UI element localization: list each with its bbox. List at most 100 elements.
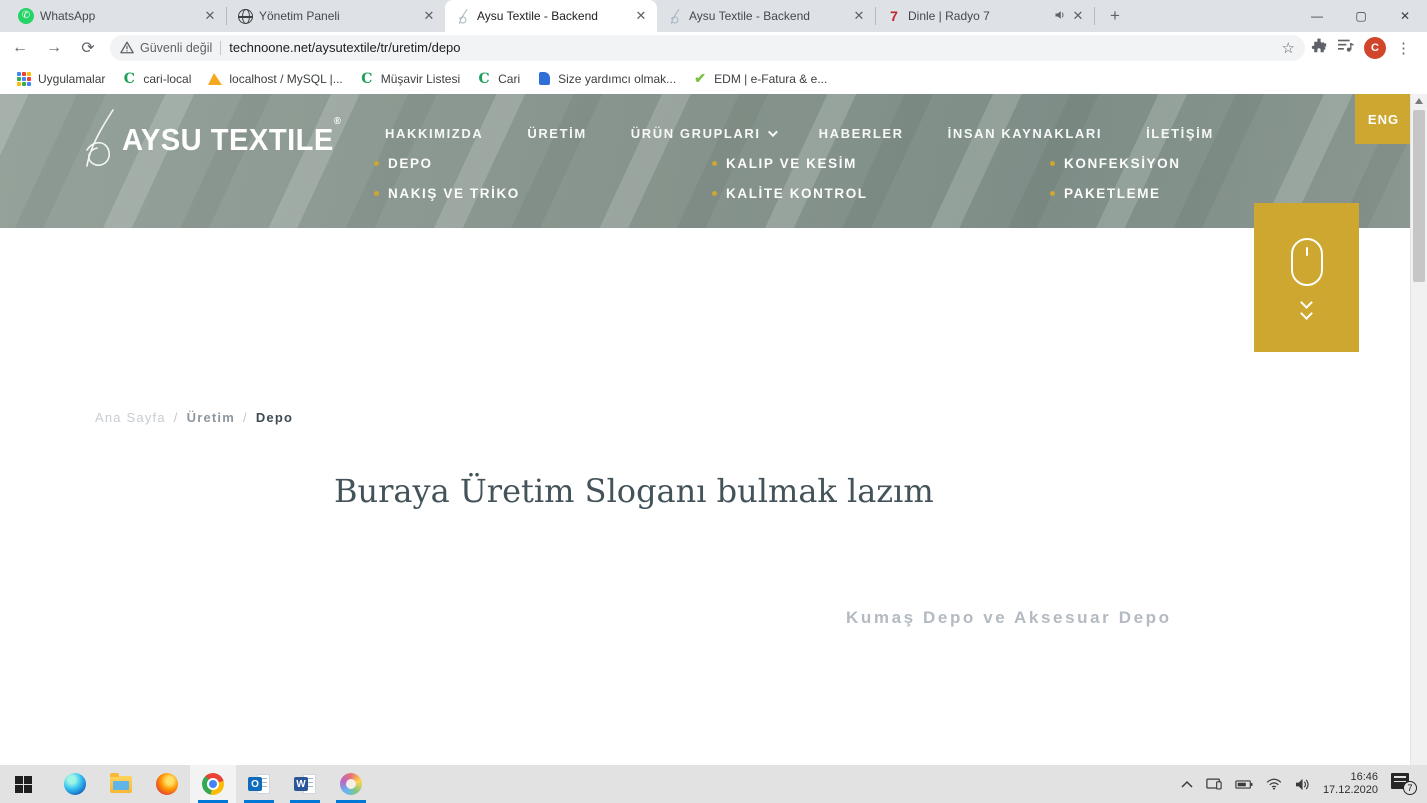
breadcrumb-uretim[interactable]: Üretim — [187, 410, 235, 425]
tab-title: WhatsApp — [40, 9, 196, 23]
bookmark-edm-efatura[interactable]: ✔ EDM | e-Fatura & e... — [684, 67, 835, 91]
bookmark-phpmyadmin[interactable]: localhost / MySQL |... — [199, 67, 350, 91]
browser-menu-icon[interactable]: ⋮ — [1396, 39, 1411, 57]
tab-close-icon[interactable]: ✕ — [851, 8, 867, 24]
nav-insan-kaynaklari[interactable]: İNSAN KAYNAKLARI — [948, 126, 1102, 141]
bookmark-cari[interactable]: C Cari — [468, 67, 528, 91]
reload-button[interactable]: ⟳ — [74, 34, 102, 62]
action-center-button[interactable]: 7 — [1391, 773, 1417, 795]
taskbar-chrome[interactable] — [190, 765, 236, 803]
volume-icon[interactable] — [1295, 778, 1310, 791]
chevron-down-icon — [768, 127, 778, 137]
new-tab-button[interactable]: + — [1101, 2, 1129, 30]
tab-yonetim-paneli[interactable]: Yönetim Paneli ✕ — [227, 0, 445, 32]
toolbar-right: C ⋮ — [1311, 37, 1411, 59]
radyo7-icon: 7 — [886, 8, 902, 24]
breadcrumb: Ana Sayfa / Üretim / Depo — [95, 410, 293, 425]
aysu-logo-icon — [455, 8, 471, 24]
bookmarks-bar: Uygulamalar C cari-local localhost / MyS… — [0, 63, 1427, 94]
word-icon: W — [294, 773, 316, 795]
maximize-button[interactable]: ▢ — [1339, 0, 1383, 32]
taskbar-paint[interactable] — [328, 765, 374, 803]
scrollbar-thumb[interactable] — [1413, 110, 1425, 282]
minimize-button[interactable]: — — [1295, 0, 1339, 32]
site-logo-text: AYSU TEXTILE® — [122, 122, 341, 158]
tab-audio-icon[interactable] — [1054, 9, 1066, 24]
tab-separator — [1094, 7, 1095, 25]
back-button[interactable]: ← — [6, 34, 34, 62]
tab-aysu-textile-active[interactable]: Aysu Textile - Backend ✕ — [445, 0, 657, 32]
tab-whatsapp[interactable]: ✆ WhatsApp ✕ — [8, 0, 226, 32]
file-explorer-icon — [110, 776, 132, 793]
security-status-text[interactable]: Güvenli değil — [140, 41, 212, 55]
tab-aysu-textile-2[interactable]: Aysu Textile - Backend ✕ — [657, 0, 875, 32]
omnibox-divider — [220, 41, 221, 55]
nav-iletisim[interactable]: İLETİŞİM — [1146, 126, 1214, 141]
tray-expand-chevron-icon[interactable] — [1181, 780, 1193, 788]
nav-hakkimizda[interactable]: HAKKIMIZDA — [385, 126, 483, 141]
site-logo[interactable]: AYSU TEXTILE® — [80, 108, 355, 170]
submenu-paketleme[interactable]: PAKETLEME — [1050, 186, 1181, 201]
submenu-kalip-ve-kesim[interactable]: KALIP VE KESİM — [712, 156, 868, 171]
taskbar-file-explorer[interactable] — [98, 765, 144, 803]
tab-close-icon[interactable]: ✕ — [421, 8, 437, 24]
tab-close-icon[interactable]: ✕ — [202, 8, 218, 24]
tab-close-icon[interactable]: ✕ — [1070, 8, 1086, 24]
outlook-icon: O — [248, 773, 270, 795]
bullet-dot-icon — [1050, 161, 1055, 166]
submenu-konfeksiyon[interactable]: KONFEKSİYON — [1050, 156, 1181, 171]
windows-taskbar: O W 16:46 17.12.2020 7 — [0, 765, 1427, 803]
submenu-depo[interactable]: DEPO — [374, 156, 520, 171]
aysu-logo-mark-icon — [80, 108, 122, 170]
extensions-puzzle-icon[interactable] — [1311, 37, 1327, 58]
url-text[interactable]: technoone.net/aysutextile/tr/uretim/depo — [229, 40, 460, 55]
checkmark-icon: ✔ — [692, 71, 708, 87]
start-button[interactable] — [0, 765, 46, 803]
taskbar-edge[interactable] — [52, 765, 98, 803]
aysu-logo-icon — [667, 8, 683, 24]
phpmyadmin-icon — [207, 71, 223, 87]
close-button[interactable]: ✕ — [1383, 0, 1427, 32]
taskbar-outlook[interactable]: O — [236, 765, 282, 803]
nav-urun-gruplari[interactable]: ÜRÜN GRUPLARI — [631, 126, 775, 141]
media-controls-icon[interactable] — [1337, 38, 1354, 58]
bookmark-label: Uygulamalar — [38, 72, 105, 86]
nav-uretim[interactable]: ÜRETİM — [527, 126, 586, 141]
scrollbar-up-arrow-icon[interactable] — [1415, 98, 1423, 104]
bullet-dot-icon — [374, 191, 379, 196]
tab-close-icon[interactable]: ✕ — [633, 8, 649, 24]
taskbar-clock[interactable]: 16:46 17.12.2020 — [1323, 771, 1378, 797]
profile-avatar[interactable]: C — [1364, 37, 1386, 59]
cari-icon: C — [121, 71, 137, 87]
bookmark-size-yardimci[interactable]: Size yardımcı olmak... — [528, 67, 684, 91]
scroll-down-indicator[interactable] — [1254, 203, 1359, 352]
wifi-icon[interactable] — [1266, 778, 1282, 790]
submenu-nakis-ve-triko[interactable]: NAKIŞ VE TRİKO — [374, 186, 520, 201]
page-scrollbar[interactable] — [1410, 94, 1427, 765]
forward-button[interactable]: → — [40, 34, 68, 62]
url-omnibox[interactable]: Güvenli değil technoone.net/aysutextile/… — [110, 35, 1305, 61]
breadcrumb-home[interactable]: Ana Sayfa — [95, 410, 166, 425]
bookmark-cari-local[interactable]: C cari-local — [113, 67, 199, 91]
cast-display-icon[interactable] — [1206, 778, 1222, 791]
taskbar-word[interactable]: W — [282, 765, 328, 803]
chrome-icon — [202, 773, 224, 795]
window-controls: — ▢ ✕ — [1295, 0, 1427, 32]
taskbar-firefox[interactable] — [144, 765, 190, 803]
bookmark-star-icon[interactable]: ☆ — [1282, 39, 1295, 57]
not-secure-warning-icon[interactable] — [120, 41, 134, 54]
bookmark-label: localhost / MySQL |... — [229, 72, 342, 86]
tab-title: Aysu Textile - Backend — [477, 9, 627, 23]
battery-icon[interactable] — [1235, 779, 1253, 790]
bookmark-label: Cari — [498, 72, 520, 86]
section-subtitle: Kumaş Depo ve Aksesuar Depo — [846, 608, 1172, 628]
tab-radyo7[interactable]: 7 Dinle | Radyo 7 ✕ — [876, 0, 1094, 32]
blue-doc-icon — [536, 71, 552, 87]
bookmark-apps[interactable]: Uygulamalar — [8, 67, 113, 91]
submenu-kalite-kontrol[interactable]: KALİTE KONTROL — [712, 186, 868, 201]
tab-title: Aysu Textile - Backend — [689, 9, 845, 23]
tab-title: Yönetim Paneli — [259, 9, 415, 23]
language-switch-button[interactable]: ENG — [1355, 94, 1410, 144]
nav-haberler[interactable]: HABERLER — [819, 126, 904, 141]
bookmark-musavir-listesi[interactable]: C Müşavir Listesi — [351, 67, 468, 91]
